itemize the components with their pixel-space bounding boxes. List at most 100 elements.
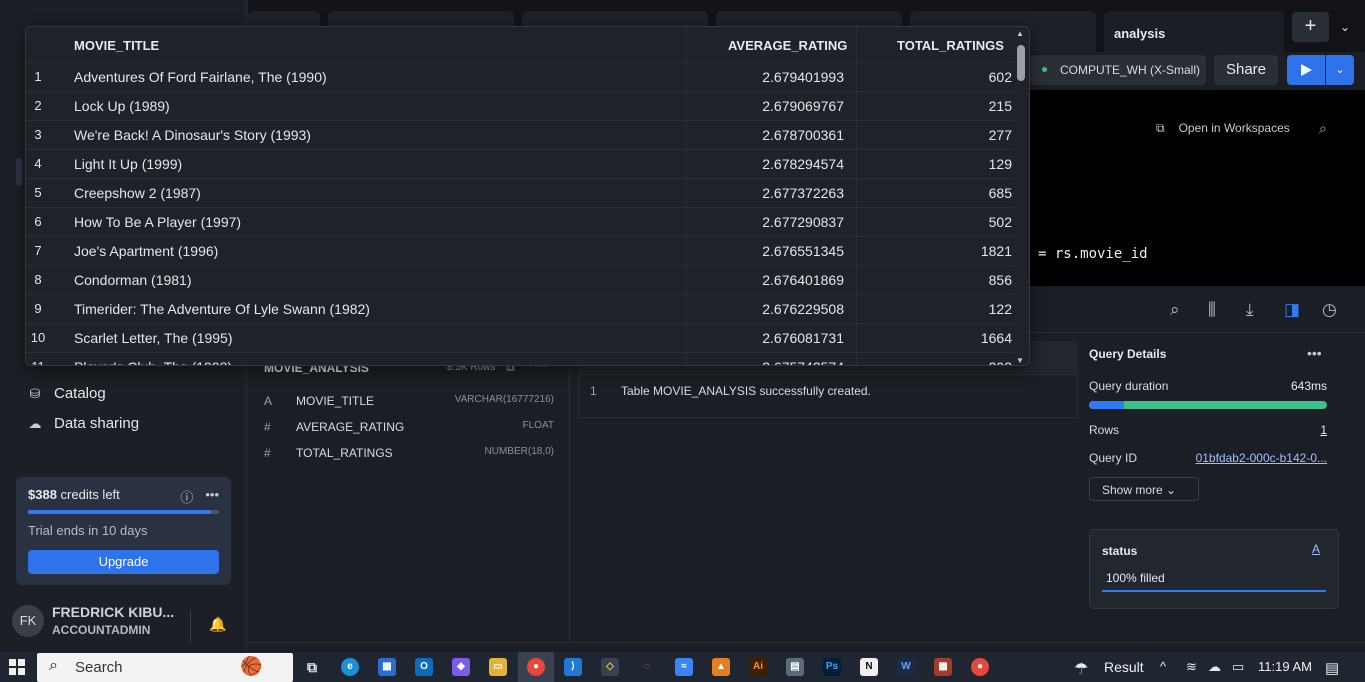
total-ratings-cell[interactable]: 122	[989, 301, 1012, 317]
weather-icon[interactable]: ☂	[1074, 659, 1088, 679]
total-ratings-cell[interactable]: 602	[989, 69, 1012, 85]
store-icon[interactable]: ▦	[378, 658, 396, 676]
bell-icon[interactable]: 🔔	[209, 616, 226, 633]
webex-icon[interactable]: W	[897, 658, 915, 676]
edge-icon[interactable]: e	[341, 658, 359, 676]
average-rating-cell[interactable]: 2.676081731	[762, 330, 844, 346]
more-icon[interactable]: •••	[205, 487, 219, 506]
winrar-icon[interactable]: ▦	[934, 658, 952, 676]
app-icon[interactable]: ▤	[786, 658, 804, 676]
upgrade-button[interactable]: Upgrade	[28, 550, 219, 574]
add-tab-button[interactable]: +	[1292, 12, 1329, 42]
total-ratings-cell[interactable]: 502	[989, 214, 1012, 230]
user-menu[interactable]: FK FREDRICK KIBU... ACCOUNTADMIN	[12, 604, 174, 637]
more-icon[interactable]: •••	[1307, 345, 1322, 361]
scroll-up-icon[interactable]: ▲	[1016, 29, 1024, 38]
total-ratings-cell[interactable]: 202	[989, 359, 1012, 365]
photoshop-icon[interactable]: Ps	[823, 658, 841, 676]
table-row[interactable]: 1 Adventures Of Ford Fairlane, The (1990)…	[26, 62, 1014, 91]
taskbar-search-box[interactable]: ⌕ Search 🏀	[37, 653, 293, 682]
table-row[interactable]: 2 Lock Up (1989) 2.679069767 215	[26, 91, 1014, 120]
total-ratings-cell[interactable]: 685	[989, 185, 1012, 201]
result-message[interactable]: Table MOVIE_ANALYSIS successfully create…	[621, 384, 871, 398]
total-ratings-cell[interactable]: 277	[989, 127, 1012, 143]
movie-title-cell[interactable]: Lock Up (1989)	[74, 98, 170, 114]
table-row[interactable]: 7 Joe's Apartment (1996) 2.676551345 1821	[26, 236, 1014, 265]
tab-analysis[interactable]: analysis	[1104, 11, 1284, 52]
row-number[interactable]: 9	[26, 301, 50, 316]
column-header-movie-title[interactable]: MOVIE_TITLE	[74, 27, 159, 63]
notifications-icon[interactable]: ▤	[1325, 659, 1339, 677]
movie-title-cell[interactable]: Player's Club, The (1998)	[74, 359, 232, 365]
average-rating-cell[interactable]: 2.677290837	[762, 214, 844, 230]
scrollbar[interactable]: ▲ ▼	[1015, 29, 1027, 365]
movie-title-cell[interactable]: Timerider: The Adventure Of Lyle Swann (…	[74, 301, 370, 317]
column-header-total-ratings[interactable]: TOTAL_RATINGS	[897, 27, 1004, 63]
average-rating-cell[interactable]: 2.678294574	[762, 156, 844, 172]
notion-icon[interactable]: N	[860, 658, 878, 676]
movie-title-cell[interactable]: Light It Up (1999)	[74, 156, 182, 172]
info-icon[interactable]: ⓘ	[180, 487, 193, 506]
row-number[interactable]: 2	[26, 98, 50, 113]
chevron-down-icon[interactable]: ⌄	[1334, 12, 1356, 42]
movie-title-cell[interactable]: Adventures Of Ford Fairlane, The (1990)	[74, 69, 327, 85]
columns-icon[interactable]: ⫼	[1208, 300, 1216, 320]
copilot-icon[interactable]: ◆	[452, 658, 470, 676]
warehouse-selector[interactable]: COMPUTE_WH (X-Small)	[1030, 55, 1206, 85]
average-rating-cell[interactable]: 2.678700361	[762, 127, 844, 143]
total-ratings-cell[interactable]: 856	[989, 272, 1012, 288]
table-row[interactable]: 10 Scarlet Letter, The (1995) 2.676081731 1…	[26, 323, 1014, 352]
row-number[interactable]: 8	[26, 272, 50, 287]
jupyter-icon[interactable]: ◌	[638, 658, 656, 676]
table-row[interactable]: 4 Light It Up (1999) 2.678294574 129	[26, 149, 1014, 178]
total-ratings-cell[interactable]: 129	[989, 156, 1012, 172]
open-in-workspaces-link[interactable]: ⧉ Open in Workspaces	[1156, 121, 1290, 136]
column-item[interactable]: # TOTAL_RATINGS NUMBER(18,0)	[264, 446, 554, 460]
column-header-average-rating[interactable]: AVERAGE_RATING	[728, 27, 847, 63]
row-number[interactable]: 5	[26, 185, 50, 200]
sidebar-item-data-sharing[interactable]: ☁ Data sharing	[28, 415, 140, 432]
movie-title-cell[interactable]: Condorman (1981)	[74, 272, 192, 288]
git-icon[interactable]: ◇	[601, 658, 619, 676]
illustrator-icon[interactable]: Ai	[749, 658, 767, 676]
download-icon[interactable]: ⤓	[1246, 300, 1254, 320]
total-ratings-cell[interactable]: 1664	[981, 330, 1012, 346]
chrome-icon[interactable]: ●	[971, 658, 989, 676]
movie-title-cell[interactable]: Scarlet Letter, The (1995)	[74, 330, 233, 346]
table-row[interactable]: 6 How To Be A Player (1997) 2.677290837 502	[26, 207, 1014, 236]
wifi-icon[interactable]: ≋	[1186, 659, 1197, 675]
movie-title-cell[interactable]: We're Back! A Dinosaur's Story (1993)	[74, 127, 311, 143]
file-explorer-icon[interactable]: ▭	[489, 658, 507, 676]
share-button[interactable]: Share	[1214, 55, 1278, 85]
row-number[interactable]: 10	[26, 330, 50, 345]
row-number[interactable]: 7	[26, 243, 50, 258]
taskbar-result-label[interactable]: Result	[1104, 659, 1144, 675]
app-icon[interactable]: ≈	[675, 658, 693, 676]
sidebar-item-catalog[interactable]: ⛁ Catalog	[28, 385, 106, 402]
run-options-chevron-icon[interactable]: ⌄	[1326, 55, 1354, 85]
average-rating-cell[interactable]: 2.677372263	[762, 185, 844, 201]
cloud-icon[interactable]: ☁	[1208, 659, 1221, 675]
average-rating-cell[interactable]: 2.675742574	[762, 359, 844, 365]
column-item[interactable]: # AVERAGE_RATING FLOAT	[264, 420, 554, 434]
row-number[interactable]: 3	[26, 127, 50, 142]
status-column-card[interactable]: status A 100% filled	[1089, 529, 1339, 609]
history-icon[interactable]: ◷	[1322, 300, 1337, 320]
column-item[interactable]: A MOVIE_TITLE VARCHAR(16777216)	[264, 394, 554, 408]
search-icon[interactable]: ⌕	[1170, 300, 1180, 320]
scroll-down-icon[interactable]: ▼	[1016, 356, 1024, 365]
taskbar-clock[interactable]: 11:19 AM	[1258, 659, 1312, 674]
row-number[interactable]: 4	[26, 156, 50, 171]
search-icon[interactable]: ⌕	[1319, 120, 1327, 137]
movie-title-cell[interactable]: Joe's Apartment (1996)	[74, 243, 218, 259]
average-rating-cell[interactable]: 2.676401869	[762, 272, 844, 288]
table-row[interactable]: 8 Condorman (1981) 2.676401869 856	[26, 265, 1014, 294]
scrollbar-thumb[interactable]	[1017, 45, 1025, 81]
row-number[interactable]: 6	[26, 214, 50, 229]
side-panel-icon[interactable]: ◨	[1284, 300, 1300, 320]
total-ratings-cell[interactable]: 1821	[981, 243, 1012, 259]
table-row[interactable]: 9 Timerider: The Adventure Of Lyle Swann …	[26, 294, 1014, 323]
movie-title-cell[interactable]: How To Be A Player (1997)	[74, 214, 241, 230]
outlook-icon[interactable]: O	[415, 658, 433, 676]
average-rating-cell[interactable]: 2.679069767	[762, 98, 844, 114]
